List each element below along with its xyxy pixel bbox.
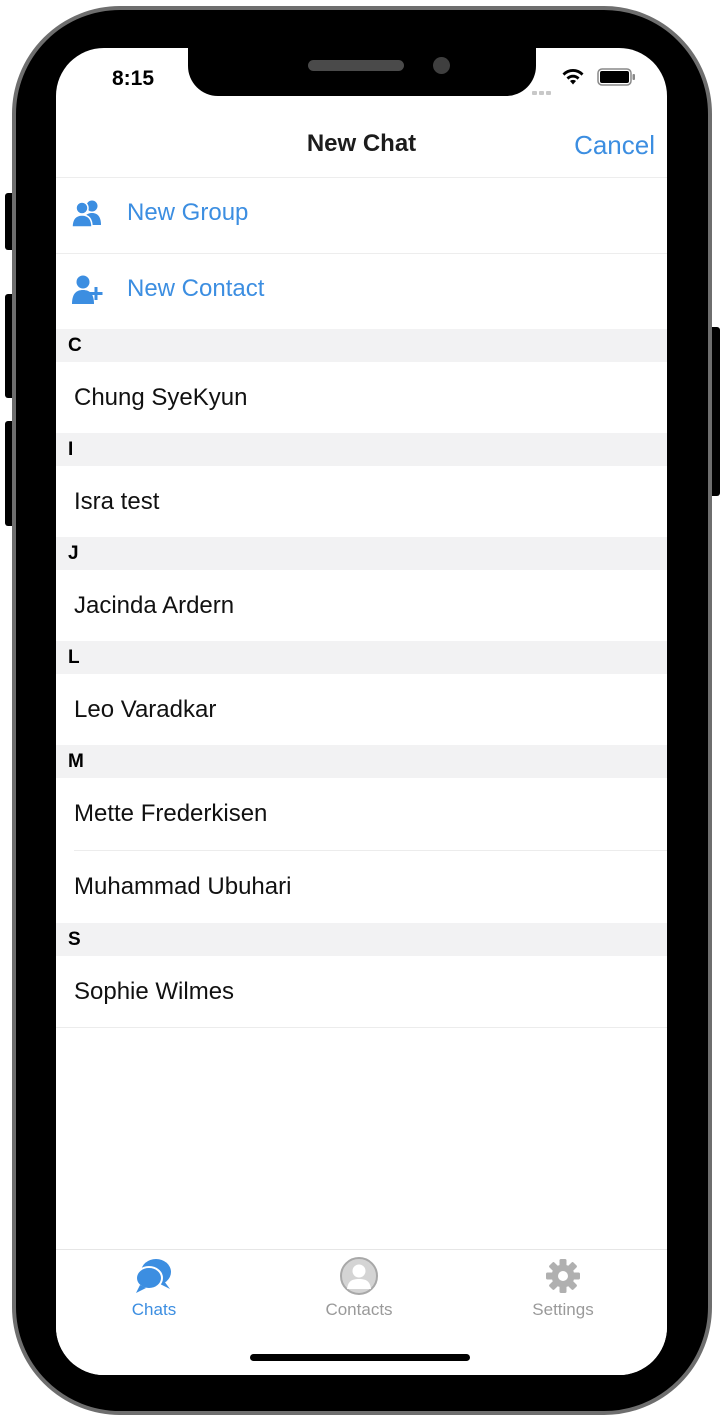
section-header-c: C (56, 329, 667, 362)
contact-name: Leo Varadkar (74, 696, 217, 723)
contact-name: Isra test (74, 488, 160, 515)
wifi-icon (562, 69, 584, 85)
contact-name: Sophie Wilmes (74, 978, 235, 1005)
battery-icon (597, 68, 635, 86)
contact-row[interactable]: Chung SyeKyun (56, 362, 667, 434)
section-header-l: L (56, 641, 667, 674)
new-group-label: New Group (127, 199, 249, 226)
cancel-button[interactable]: Cancel (574, 130, 655, 161)
person-circle-icon (340, 1257, 378, 1295)
contact-row[interactable]: Isra test (56, 466, 667, 538)
section-letter: C (68, 335, 82, 356)
row-separator (56, 1027, 667, 1028)
section-letter: J (68, 543, 79, 564)
contact-row[interactable]: Muhammad Ubuhari (56, 851, 667, 923)
contact-row[interactable]: Jacinda Ardern (56, 570, 667, 642)
new-group-row[interactable]: New Group (56, 177, 667, 254)
notch (188, 48, 536, 96)
section-letter: M (68, 751, 84, 772)
new-contact-label: New Contact (127, 275, 265, 302)
status-time: 8:15 (112, 67, 155, 90)
contact-row[interactable]: Mette Frederkisen (56, 778, 667, 850)
section-header-s: S (56, 923, 667, 956)
section-letter: I (68, 439, 74, 460)
section-header-m: M (56, 745, 667, 778)
tab-chats[interactable]: Chats (94, 1256, 214, 1326)
group-icon (71, 200, 101, 228)
tab-contacts-label: Contacts (325, 1300, 393, 1319)
contact-name: Mette Frederkisen (74, 800, 268, 827)
new-contact-row[interactable]: New Contact (56, 253, 667, 329)
phone-screen: 8:15 New Chat Cancel New Group New Conta… (56, 48, 667, 1375)
gear-icon (546, 1259, 580, 1293)
home-indicator (250, 1354, 470, 1361)
contact-name: Jacinda Ardern (74, 592, 235, 619)
signal-icon (532, 82, 553, 100)
contact-row[interactable]: Leo Varadkar (56, 674, 667, 746)
tab-settings-label: Settings (532, 1300, 594, 1319)
chat-bubbles-icon (135, 1259, 171, 1293)
tab-contacts[interactable]: Contacts (299, 1256, 419, 1326)
section-letter: L (68, 647, 80, 668)
section-header-j: J (56, 537, 667, 570)
navigation-bar: New Chat Cancel (56, 122, 667, 178)
tab-chats-label: Chats (131, 1300, 177, 1319)
front-camera (433, 57, 450, 74)
contact-name: Chung SyeKyun (74, 384, 248, 411)
contact-name: Muhammad Ubuhari (74, 873, 292, 900)
tab-settings[interactable]: Settings (503, 1256, 623, 1326)
section-letter: S (68, 929, 81, 950)
speaker (308, 60, 404, 71)
section-header-i: I (56, 433, 667, 466)
contact-row[interactable]: Sophie Wilmes (56, 956, 667, 1028)
add-contact-icon (72, 275, 103, 304)
